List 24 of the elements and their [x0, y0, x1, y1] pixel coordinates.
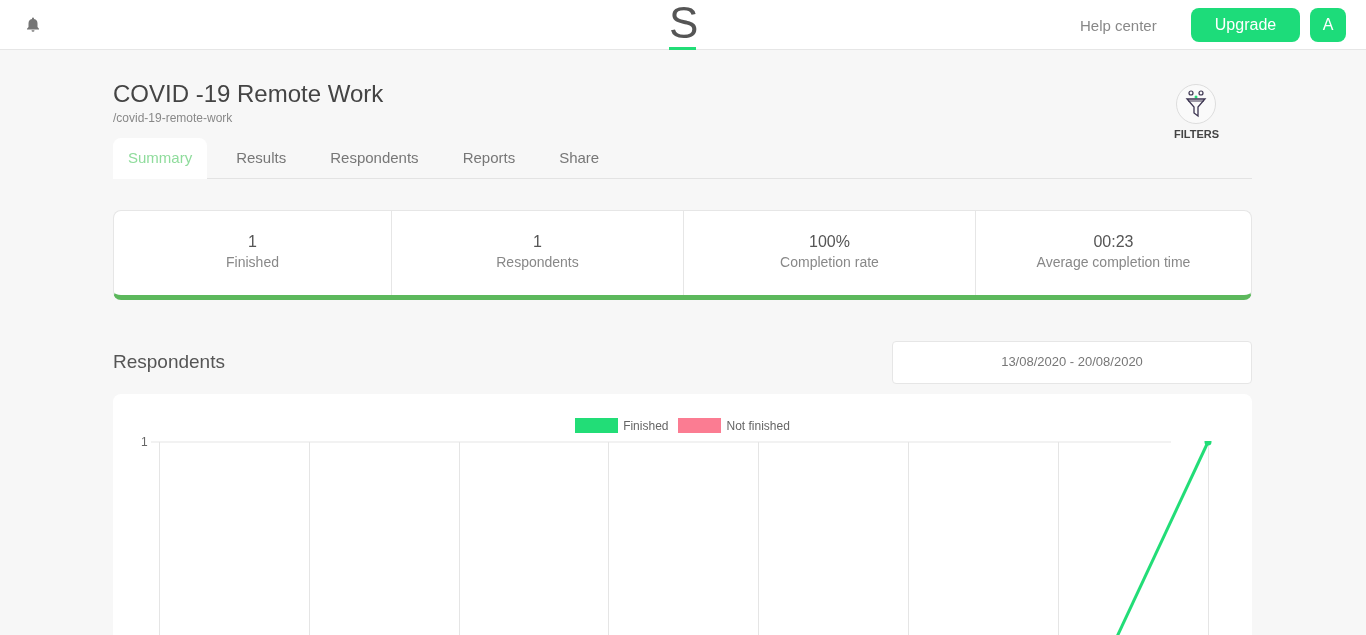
logo[interactable]: S — [669, 0, 696, 50]
help-center-link[interactable]: Help center — [1080, 15, 1157, 38]
y-axis-tick-label: 1 — [141, 433, 148, 451]
stat-value: 00:23 — [1093, 232, 1134, 252]
date-range-picker[interactable]: 13/08/2020 - 20/08/2020 — [892, 340, 1252, 384]
stat-label: Finished — [226, 253, 279, 272]
stat-label: Average completion time — [1036, 253, 1191, 272]
tab[interactable]: Respondents — [315, 137, 434, 179]
legend-label[interactable]: Not finished — [726, 416, 790, 435]
tab[interactable]: Reports — [447, 137, 531, 179]
survey-slug: /covid-19-remote-work — [113, 110, 234, 127]
stat-value: 1 — [533, 232, 542, 252]
notification-bell-icon[interactable] — [26, 17, 40, 32]
survey-title: COVID -19 Remote Work — [113, 80, 384, 108]
tab[interactable]: Share — [544, 137, 615, 179]
respondents-heading: Respondents — [113, 349, 225, 374]
filters-label: FILTERS — [1174, 127, 1219, 142]
legend-label[interactable]: Finished — [623, 416, 669, 435]
stat-value: 1 — [248, 232, 257, 252]
stat-label: Respondents — [496, 253, 579, 272]
stat-label: Completion rate — [780, 253, 879, 272]
filter-funnel-icon[interactable] — [1176, 84, 1217, 124]
stat-value: 100% — [809, 232, 850, 252]
tab[interactable]: Results — [221, 137, 302, 179]
